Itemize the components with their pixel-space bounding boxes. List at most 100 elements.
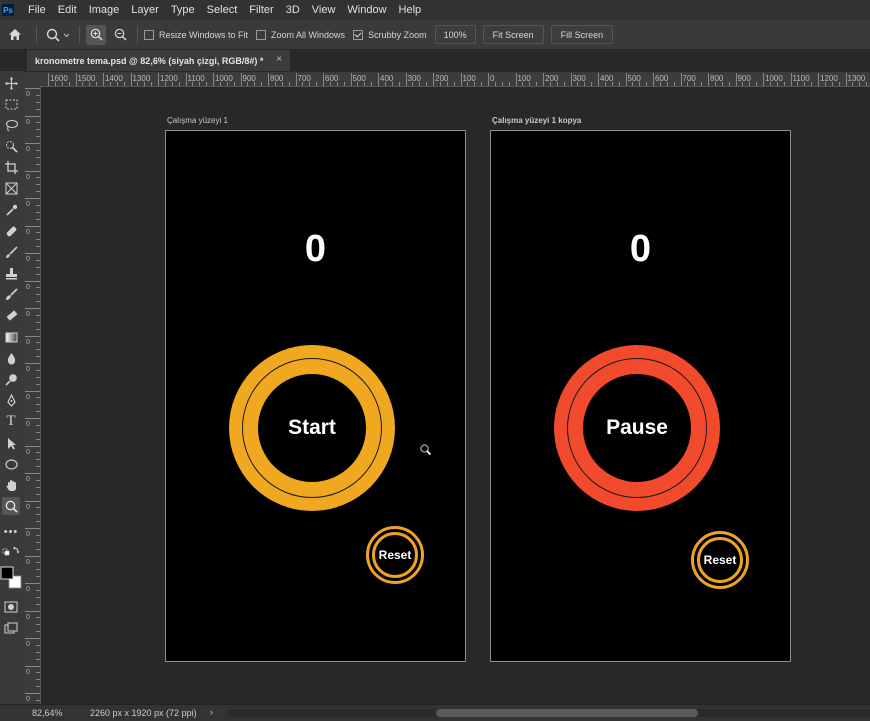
- close-tab-icon[interactable]: ×: [276, 54, 282, 65]
- blur-tool-icon[interactable]: [2, 349, 20, 367]
- menu-layer[interactable]: Layer: [125, 4, 165, 16]
- artboard-stopwatch-start[interactable]: 0 Start Reset: [165, 130, 466, 662]
- menu-type[interactable]: Type: [165, 4, 201, 16]
- document-canvas[interactable]: Çalışma yüzeyi 1 0 Start Reset Çalışma y…: [41, 87, 870, 704]
- resize-windows-checkbox[interactable]: Resize Windows to Fit: [144, 29, 249, 40]
- ruler-minor-tick: [36, 404, 40, 406]
- ruler-minor-tick: [357, 82, 359, 86]
- menu-filter[interactable]: Filter: [243, 4, 279, 16]
- ruler-minor-tick: [467, 82, 469, 86]
- ruler-label: 0: [26, 558, 30, 566]
- menu-edit[interactable]: Edit: [52, 4, 83, 16]
- horizontal-ruler[interactable]: 1600 1500 1400 1300 1200 1100 1000 900 800 700 600…: [40, 72, 870, 87]
- menu-select[interactable]: Select: [201, 4, 244, 16]
- scrubby-zoom-checkbox[interactable]: Scrubby Zoom: [353, 29, 427, 40]
- clone-stamp-tool-icon[interactable]: [2, 264, 20, 282]
- quick-mask-icon[interactable]: [2, 598, 20, 616]
- marquee-tool-icon[interactable]: [2, 95, 20, 113]
- ellipse-tool-icon[interactable]: [2, 455, 20, 473]
- pause-button[interactable]: Pause: [554, 345, 720, 511]
- ruler-minor-tick: [36, 376, 40, 378]
- reset-button[interactable]: Reset: [366, 526, 424, 584]
- gradient-tool-icon[interactable]: [2, 328, 20, 346]
- more-tools-icon[interactable]: •••: [2, 523, 20, 541]
- document-tab[interactable]: kronometre tema.psd @ 82,6% (siyah çizgi…: [27, 50, 290, 71]
- ruler-minor-tick: [36, 541, 40, 543]
- menu-3d[interactable]: 3D: [280, 4, 306, 16]
- ruler-tick: [735, 73, 737, 86]
- zoom-out-icon[interactable]: [109, 25, 131, 45]
- foreground-background-color-icon[interactable]: [0, 564, 22, 592]
- separator: [36, 25, 37, 44]
- separator: [79, 25, 80, 44]
- ruler-minor-tick: [336, 82, 338, 86]
- scrollbar-thumb[interactable]: [436, 709, 698, 717]
- artboard-stopwatch-pause[interactable]: 0 Pause Reset: [490, 130, 791, 662]
- ruler-minor-tick: [36, 651, 40, 653]
- frame-tool-icon[interactable]: [2, 179, 20, 197]
- menu-file[interactable]: File: [22, 4, 52, 16]
- fill-screen-button[interactable]: Fill Screen: [550, 25, 614, 44]
- dodge-tool-icon[interactable]: [2, 370, 20, 388]
- menu-help[interactable]: Help: [393, 4, 428, 16]
- ruler-minor-tick: [36, 397, 40, 399]
- healing-brush-tool-icon[interactable]: [2, 222, 20, 240]
- type-tool-icon[interactable]: T: [2, 412, 20, 430]
- ruler-minor-tick: [646, 82, 648, 86]
- zoom-all-windows-checkbox[interactable]: Zoom All Windows: [256, 29, 345, 40]
- ruler-minor-tick: [36, 562, 40, 564]
- screen-mode-icon[interactable]: [2, 619, 20, 637]
- menu-view[interactable]: View: [306, 4, 342, 16]
- zoom-100-button[interactable]: 100%: [434, 25, 476, 44]
- checkbox-box-checked[interactable]: [353, 29, 364, 40]
- ruler-minor-tick: [439, 82, 441, 86]
- start-button[interactable]: Start: [229, 345, 395, 511]
- ruler-minor-tick: [721, 82, 723, 86]
- home-icon[interactable]: [0, 25, 30, 45]
- artboard-label[interactable]: Çalışma yüzeyi 1: [167, 116, 228, 125]
- ruler-origin[interactable]: [24, 72, 41, 87]
- path-selection-tool-icon[interactable]: [2, 434, 20, 452]
- default-colors-icon[interactable]: [2, 545, 20, 557]
- pen-tool-icon[interactable]: [2, 391, 20, 409]
- ruler-minor-tick: [36, 136, 40, 138]
- move-tool-icon[interactable]: [2, 74, 20, 92]
- ruler-minor-tick: [36, 486, 40, 488]
- zoom-tool-preset-icon[interactable]: [43, 25, 73, 45]
- horizontal-scrollbar[interactable]: [228, 709, 870, 717]
- ruler-minor-tick: [639, 82, 641, 86]
- checkbox-box[interactable]: [144, 29, 154, 40]
- brush-tool-icon[interactable]: [2, 243, 20, 261]
- fit-screen-button[interactable]: Fit Screen: [482, 25, 544, 44]
- eyedropper-tool-icon[interactable]: [2, 201, 20, 219]
- toolbox: T •••: [0, 71, 25, 704]
- checkbox-box[interactable]: [256, 29, 267, 40]
- ruler-minor-tick: [36, 617, 40, 619]
- hand-tool-icon[interactable]: [2, 476, 20, 494]
- reset-button-label: Reset: [697, 537, 743, 583]
- ruler-minor-tick: [96, 82, 98, 86]
- options-bar: Resize Windows to Fit Zoom All Windows S…: [0, 20, 870, 50]
- history-brush-tool-icon[interactable]: [2, 285, 20, 303]
- vertical-ruler[interactable]: 0 0 0 0 0 0 0 0 0 0 0 0 0 0 0 0 0 0 0 0 0 0 0: [24, 86, 41, 704]
- artboard-label[interactable]: Çalışma yüzeyi 1 kopya: [492, 116, 581, 125]
- ruler-tick: [25, 225, 40, 227]
- ruler-minor-tick: [811, 82, 813, 86]
- lasso-tool-icon[interactable]: [2, 116, 20, 134]
- ruler-tick: [240, 73, 242, 86]
- ruler-minor-tick: [36, 672, 40, 674]
- quick-selection-tool-icon[interactable]: [2, 137, 20, 155]
- ruler-label: 0: [26, 393, 30, 401]
- eraser-tool-icon[interactable]: [2, 306, 20, 324]
- status-menu-arrow-icon[interactable]: ›: [210, 707, 213, 717]
- ruler-label: 0: [26, 448, 30, 456]
- ruler-minor-tick: [36, 328, 40, 330]
- reset-button[interactable]: Reset: [691, 531, 749, 589]
- menu-window[interactable]: Window: [341, 4, 392, 16]
- menu-image[interactable]: Image: [83, 4, 126, 16]
- zoom-in-icon[interactable]: [86, 24, 106, 45]
- crop-tool-icon[interactable]: [2, 158, 20, 176]
- zoom-level[interactable]: 82,64%: [32, 708, 63, 718]
- zoom-tool-icon[interactable]: [2, 497, 20, 515]
- resize-windows-label: Resize Windows to Fit: [159, 29, 249, 40]
